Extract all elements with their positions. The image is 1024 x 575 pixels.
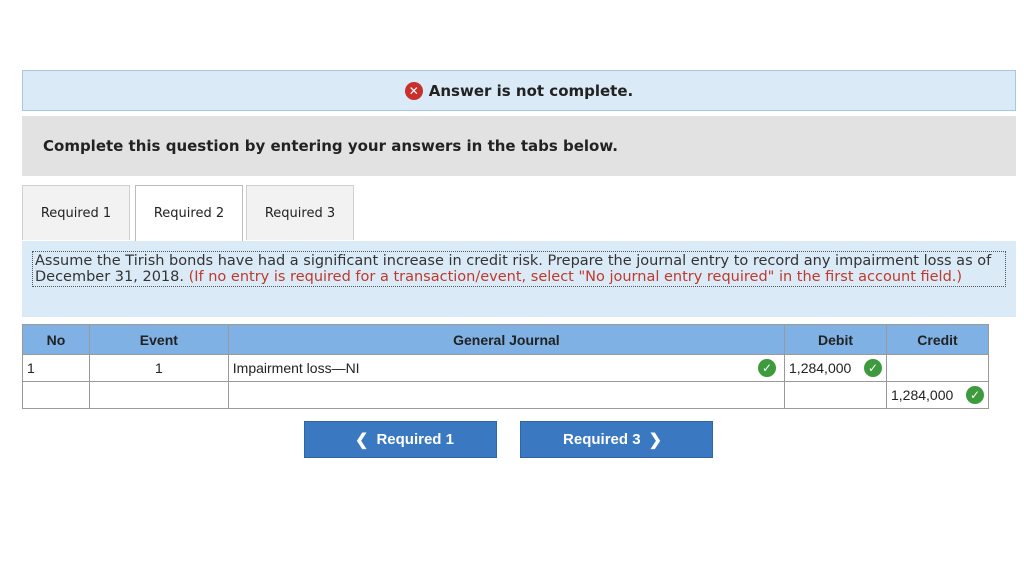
debit-value: 1,284,000 (789, 360, 852, 376)
credit-field[interactable]: 1,284,000 ✓ (886, 381, 989, 409)
row-no-cell (22, 381, 90, 409)
header-credit: Credit (886, 324, 989, 355)
next-required-button[interactable]: Required 3 ❯ (520, 421, 713, 458)
check-icon: ✓ (966, 386, 984, 404)
tab-bar: Required 1 Required 2 Required 3 (22, 185, 1016, 241)
table-row: 1 1 Impairment loss—NI ✓ 1,284,000 ✓ (22, 354, 989, 382)
next-button-label: Required 3 (563, 431, 641, 448)
x-circle-icon: ✕ (404, 81, 423, 100)
question-text-box: Assume the Tirish bonds have had a signi… (32, 251, 1006, 287)
tab-required-2[interactable]: Required 2 (135, 185, 243, 241)
debit-field[interactable] (784, 381, 887, 409)
credit-field[interactable] (886, 354, 989, 382)
header-general-journal: General Journal (227, 324, 786, 355)
header-debit: Debit (784, 324, 887, 355)
answer-status-text: Answer is not complete. (428, 81, 634, 100)
tab-required-3[interactable]: Required 3 (246, 185, 354, 240)
chevron-left-icon: ❮ (355, 431, 369, 449)
credit-value: 1,284,000 (891, 387, 954, 403)
row-event-cell (88, 381, 229, 409)
question-panel: Assume the Tirish bonds have had a signi… (22, 241, 1016, 317)
row-no-cell: 1 (22, 354, 90, 382)
journal-table: No Event General Journal Debit Credit 1 … (22, 324, 989, 409)
tab-required-1[interactable]: Required 1 (22, 185, 130, 240)
instruction-bar: Complete this question by entering your … (22, 116, 1016, 176)
prev-required-button[interactable]: ❮ Required 1 (304, 421, 497, 458)
table-header-row: No Event General Journal Debit Credit (22, 324, 989, 355)
header-event: Event (88, 324, 229, 355)
question-hint: (If no entry is required for a transacti… (188, 269, 963, 285)
debit-field[interactable]: 1,284,000 ✓ (784, 354, 887, 382)
header-no: No (22, 324, 90, 355)
chevron-right-icon: ❯ (648, 431, 662, 449)
answer-status-banner: ✕ Answer is not complete. (22, 70, 1016, 111)
row-event-cell: 1 (88, 354, 229, 382)
account-field[interactable] (227, 381, 786, 409)
instruction-text: Complete this question by entering your … (43, 137, 618, 155)
check-icon: ✓ (758, 359, 777, 377)
prev-button-label: Required 1 (376, 431, 454, 448)
table-row: 1,284,000 ✓ (22, 381, 989, 409)
account-field[interactable]: Impairment loss—NI ✓ (227, 354, 786, 382)
account-value: Impairment loss—NI (232, 360, 360, 376)
check-icon: ✓ (864, 359, 882, 377)
